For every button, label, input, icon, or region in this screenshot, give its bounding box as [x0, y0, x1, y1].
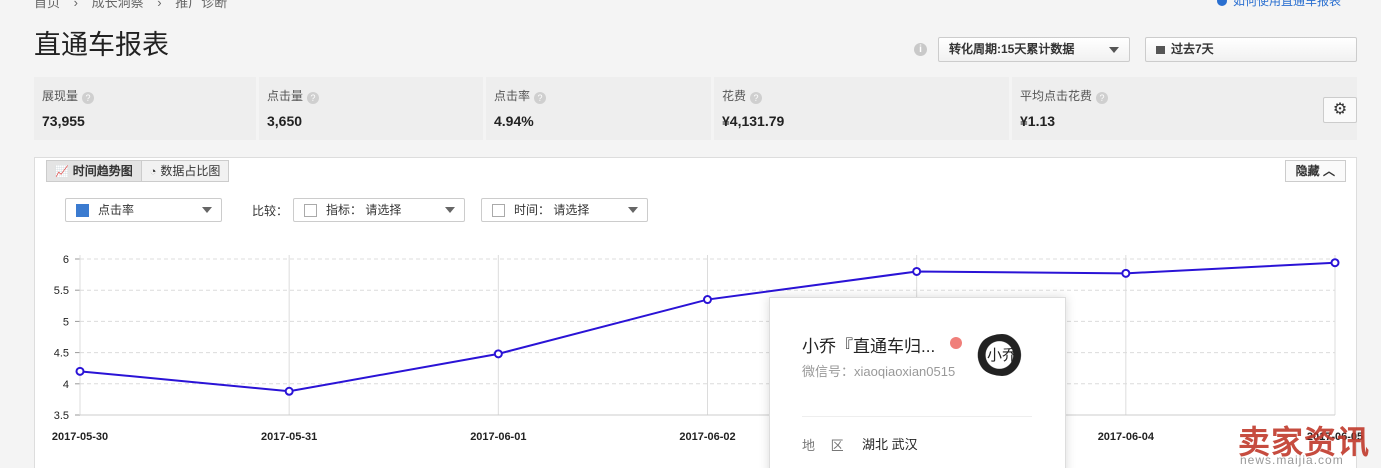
ctr-trend-chart: 3.5 4 4.5 5 5.5 6 2017-05-30 2017-05-31 2017-06-…: [52, 254, 1363, 443]
data-point: [284, 386, 294, 396]
data-point: [493, 349, 503, 359]
watermark-url: news.maijia.com: [1240, 453, 1344, 467]
user-icon: [950, 337, 962, 349]
x-tick-label: 2017-06-02: [679, 431, 735, 443]
y-tick-label: 3.5: [54, 410, 69, 422]
divider: [802, 416, 1032, 417]
profile-card: 小乔『直通车归... 小乔 微信号：xiaoqiaoxian0515 地 区 湖…: [769, 297, 1066, 468]
data-point: [1330, 258, 1340, 268]
x-tick-label: 2017-06-04: [1098, 431, 1155, 443]
y-tick-label: 5.5: [54, 285, 69, 297]
y-tick-label: 4.5: [54, 348, 69, 360]
region-value: 湖北 武汉: [862, 437, 918, 452]
data-point: [703, 295, 712, 305]
y-tick-label: 6: [63, 254, 69, 266]
x-tick-label: 2017-05-30: [52, 431, 108, 443]
x-tick-label: 2017-05-31: [261, 431, 317, 443]
region-label: 地 区: [802, 438, 850, 453]
report-page: 首页 › 成长洞察 › 推广诊断 如何使用直通车报表 直通车报表 i 转化周期:…: [0, 0, 1381, 468]
y-tick-label: 5: [63, 316, 69, 328]
avatar: 小乔: [976, 334, 1028, 376]
data-point: [912, 266, 922, 276]
data-point: [1121, 268, 1131, 278]
profile-name: 小乔『直通车归...: [802, 337, 936, 356]
data-point: [75, 366, 85, 376]
x-tick-label: 2017-06-01: [470, 431, 526, 443]
profile-wechat-id: 微信号：xiaoqiaoxian0515: [802, 364, 956, 379]
y-tick-label: 4: [63, 379, 69, 391]
